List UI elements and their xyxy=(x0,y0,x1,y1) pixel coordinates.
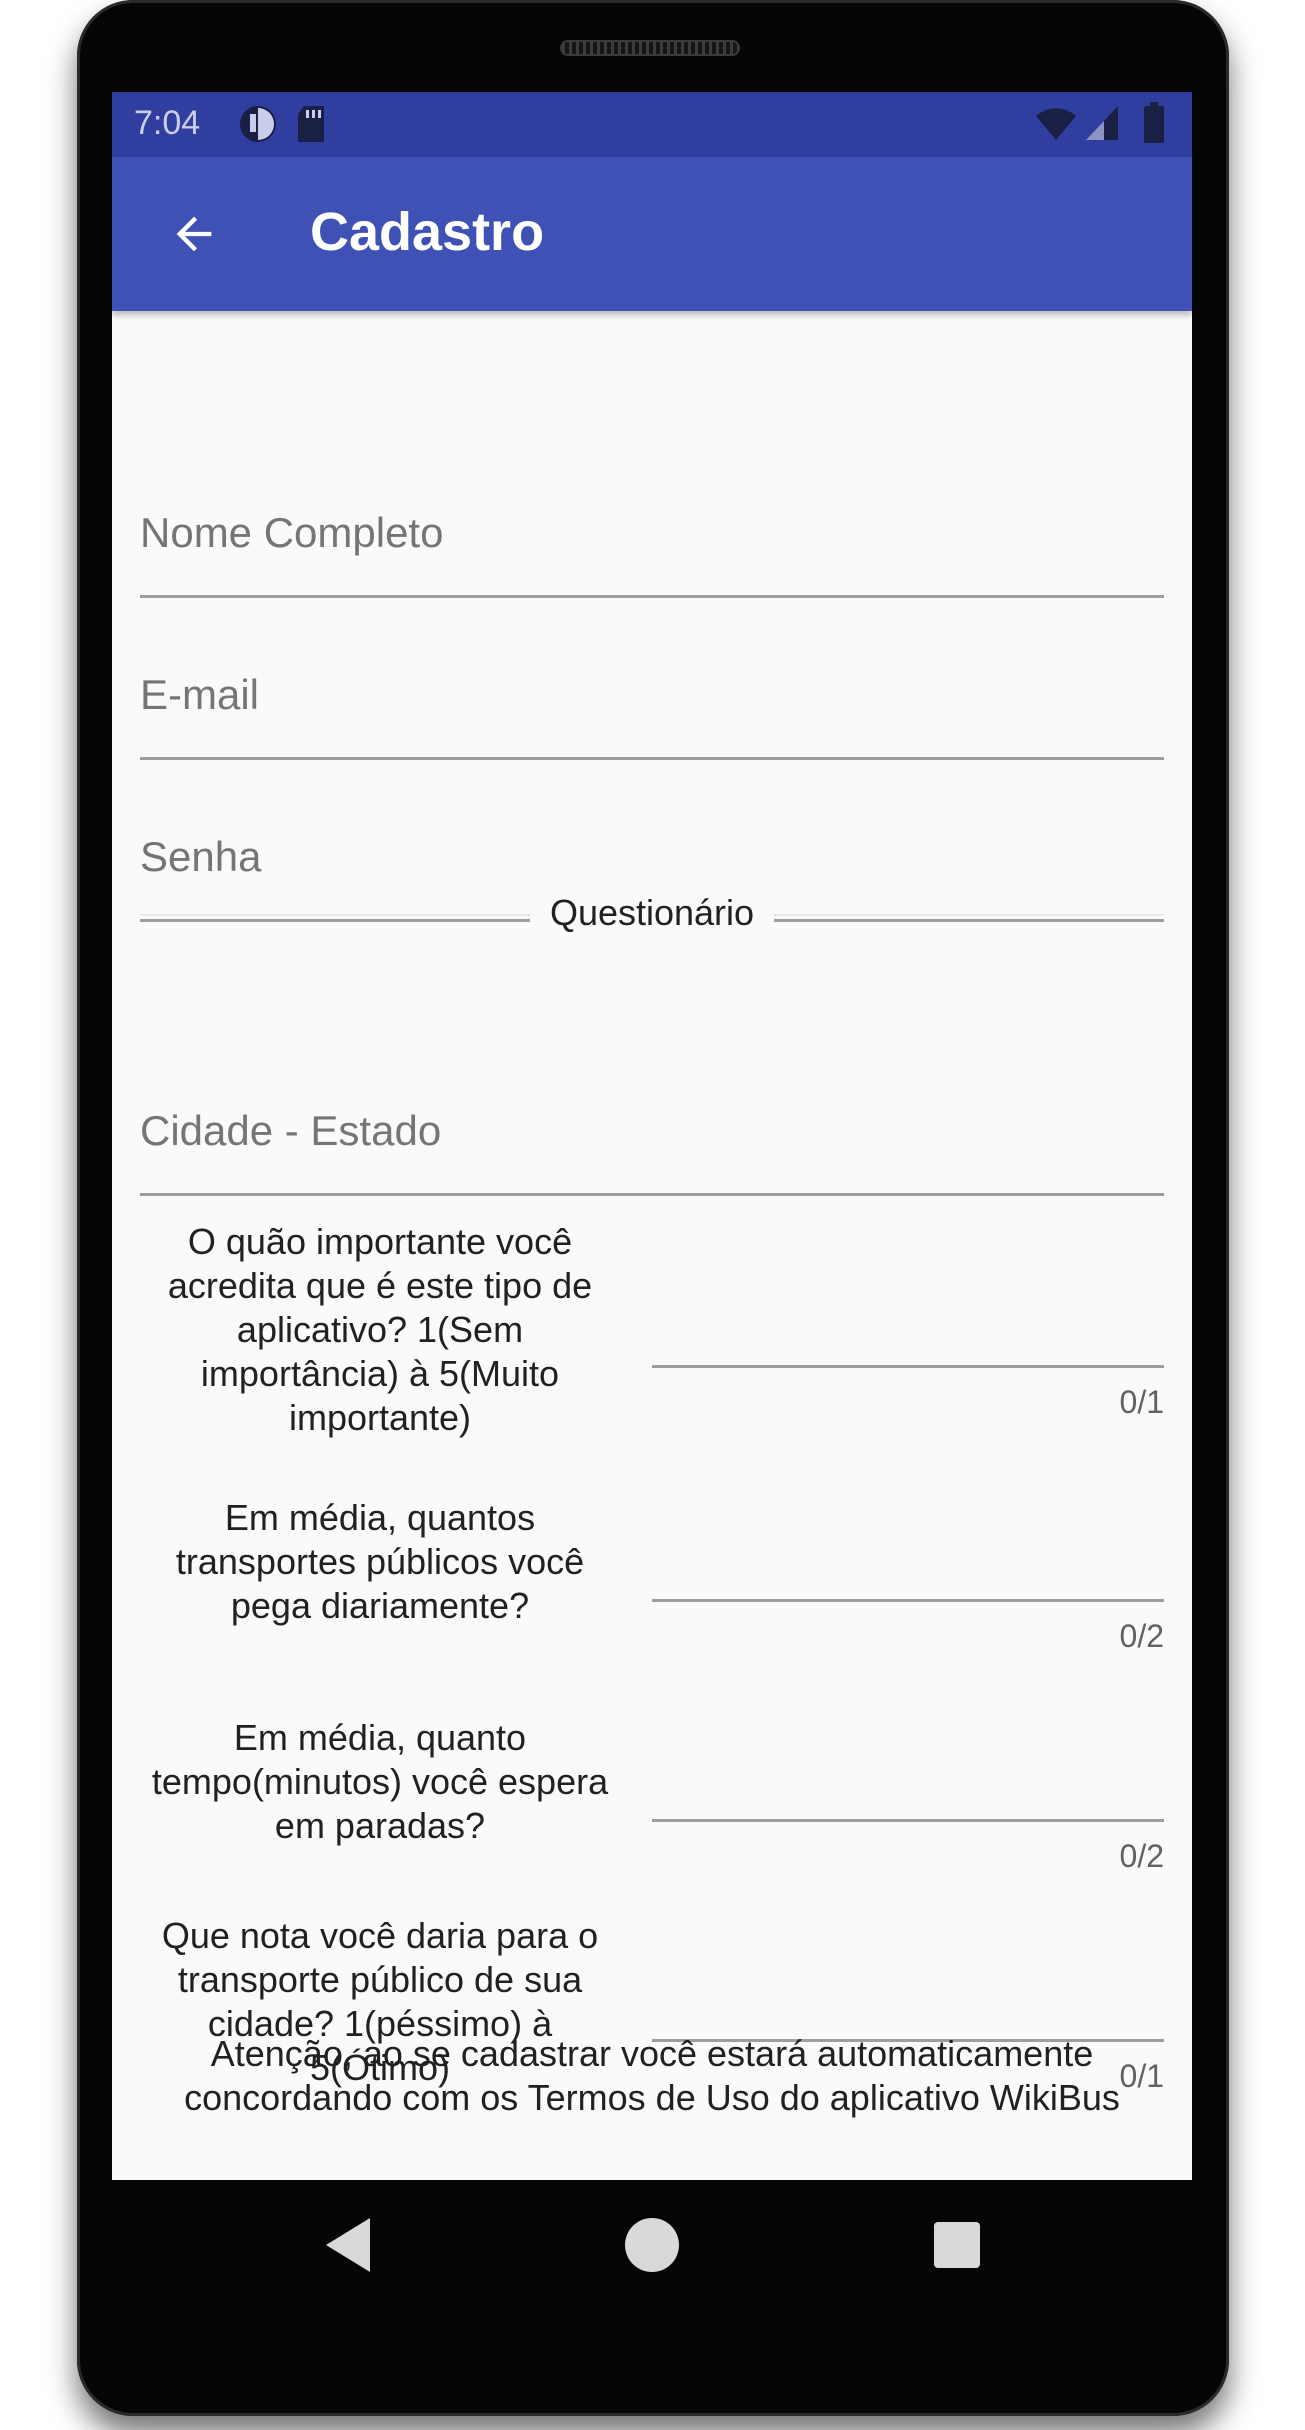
question-2-field[interactable] xyxy=(652,1522,1164,1602)
question-1-label: O quão importante você acredita que é es… xyxy=(167,1221,593,1438)
question-4-field[interactable] xyxy=(652,1962,1164,2042)
sd-card-icon xyxy=(298,106,324,142)
battery-icon xyxy=(1144,102,1164,143)
back-button[interactable] xyxy=(152,192,236,276)
section-title-wrap: Questionário xyxy=(112,892,1192,934)
signal-icon xyxy=(1086,106,1118,140)
terms-notice: Atenção, ao se cadastrar você estará aut… xyxy=(184,2033,1120,2118)
app-bar: Cadastro xyxy=(112,157,1192,311)
nav-home-icon[interactable] xyxy=(617,2210,687,2280)
email-field[interactable] xyxy=(140,598,1164,760)
question-2-label: Em média, quantos transportes públicos v… xyxy=(175,1497,585,1626)
name-field[interactable] xyxy=(140,392,1164,598)
question-1-input[interactable] xyxy=(652,1310,1164,1355)
notification-icon xyxy=(240,106,276,142)
app-screen: 7:04 Cadastro Nome Completo E-mail Quest… xyxy=(112,92,1192,2180)
nav-recents-icon[interactable] xyxy=(922,2210,992,2280)
status-time: 7:04 xyxy=(134,104,201,142)
question-3-label: Em média, quanto tempo(minutos) você esp… xyxy=(151,1717,609,1846)
nav-back-icon[interactable] xyxy=(312,2210,382,2280)
email-input[interactable] xyxy=(140,671,1164,719)
question-1-field[interactable] xyxy=(652,1288,1164,1368)
arrow-back-icon xyxy=(176,216,212,252)
question-4-input[interactable] xyxy=(652,1984,1164,2029)
city-field[interactable] xyxy=(140,1042,1164,1196)
phone-speaker xyxy=(560,40,740,56)
status-bar: 7:04 xyxy=(112,92,1192,157)
question-2-counter: 0/2 xyxy=(1119,1618,1164,1654)
city-input[interactable] xyxy=(140,1107,1164,1155)
page-title: Cadastro xyxy=(310,202,545,262)
wifi-icon xyxy=(1036,108,1076,140)
question-3-input[interactable] xyxy=(652,1764,1164,1809)
name-input[interactable] xyxy=(140,509,1164,557)
question-2-input[interactable] xyxy=(652,1544,1164,1589)
system-nav-bar xyxy=(112,2180,1192,2310)
question-1-counter: 0/1 xyxy=(1119,1384,1164,1420)
question-3-counter: 0/2 xyxy=(1119,1838,1164,1874)
password-input[interactable] xyxy=(140,833,1164,881)
question-3-field[interactable] xyxy=(652,1742,1164,1822)
section-title: Questionário xyxy=(529,892,775,933)
